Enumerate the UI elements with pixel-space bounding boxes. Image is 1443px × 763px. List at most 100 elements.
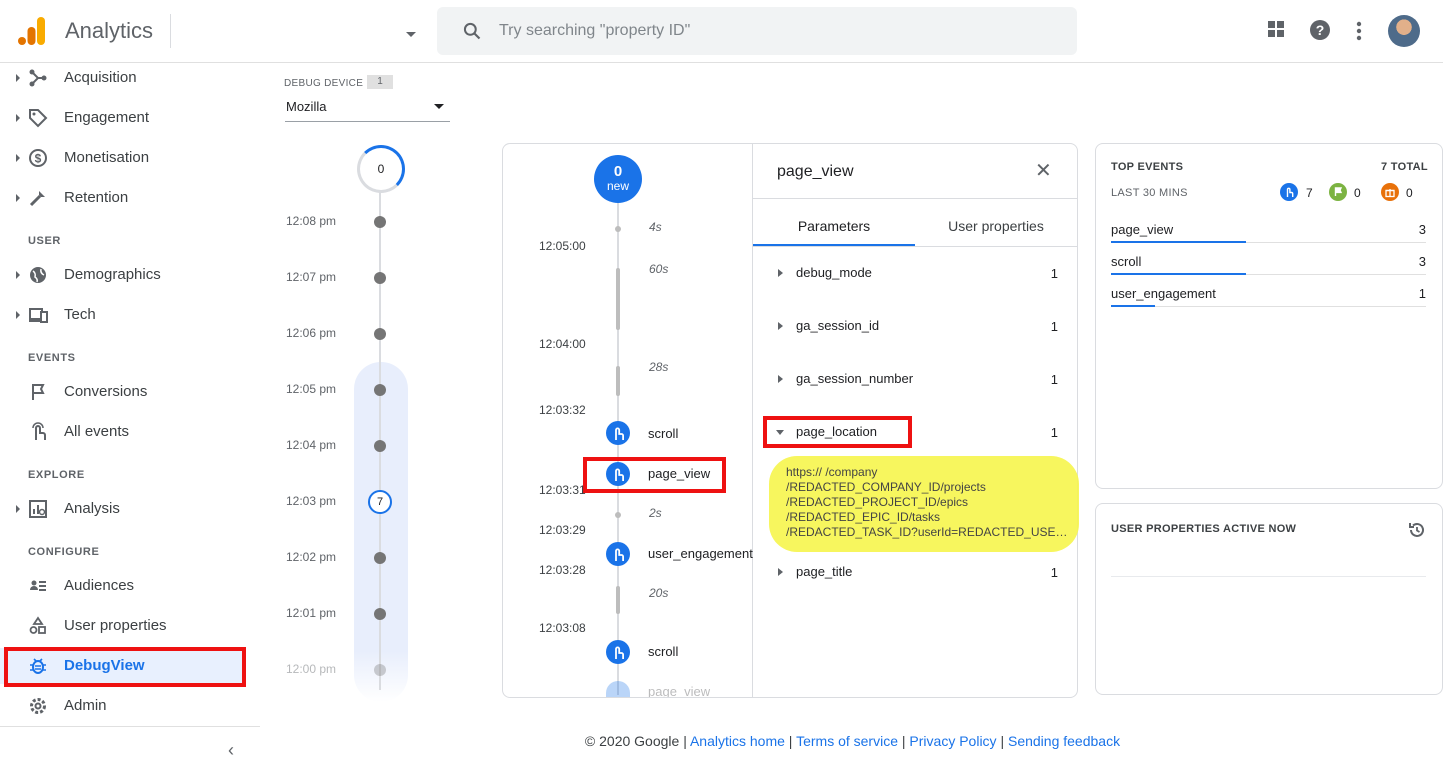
- expand-arrow-icon[interactable]: [778, 269, 783, 277]
- param-value: 1: [1050, 266, 1058, 281]
- history-icon[interactable]: [1407, 520, 1427, 540]
- tab-user-properties[interactable]: User properties: [915, 208, 1077, 246]
- search-input[interactable]: [499, 19, 1039, 43]
- gap-label: 4s: [649, 220, 662, 234]
- expand-arrow-icon[interactable]: [16, 114, 20, 122]
- param-name: debug_mode: [796, 265, 872, 280]
- expand-arrow-icon[interactable]: [16, 311, 20, 319]
- minute-label: 12:04 pm: [286, 438, 337, 452]
- terms-link[interactable]: Terms of service: [796, 733, 898, 749]
- debug-device-select[interactable]: Mozilla: [285, 98, 450, 122]
- event-name[interactable]: scroll: [648, 426, 678, 441]
- event-touch-icon[interactable]: [606, 421, 630, 445]
- search-bar[interactable]: [437, 7, 1077, 55]
- apps-grid-icon[interactable]: [1267, 20, 1285, 38]
- sidebar-item-admin[interactable]: Admin: [0, 688, 245, 724]
- top-event-row[interactable]: page_view 3: [1111, 222, 1426, 242]
- param-row[interactable]: ga_session_number 1: [776, 370, 1066, 390]
- top-event-count: 3: [1418, 222, 1426, 237]
- url-line: /REDACTED_PROJECT_ID/epics: [786, 495, 969, 509]
- event-name[interactable]: scroll: [648, 644, 678, 659]
- param-row[interactable]: ga_session_id 1: [776, 317, 1066, 337]
- event-touch-icon[interactable]: [606, 640, 630, 664]
- url-line: /REDACTED_TASK_ID?userId=REDACTED_USER_.…: [786, 525, 1076, 539]
- minute-dot[interactable]: [374, 216, 386, 228]
- param-row[interactable]: debug_mode 1: [776, 264, 1066, 284]
- top-event-count: 3: [1418, 254, 1426, 269]
- param-value: 1: [1050, 319, 1058, 334]
- sidebar-item-engagement[interactable]: Engagement: [0, 100, 245, 136]
- globe-icon: [30, 267, 46, 283]
- analytics-logo-icon[interactable]: [16, 15, 48, 47]
- top-event-name: user_engagement: [1111, 286, 1216, 301]
- minute-highlight-track: [354, 362, 408, 702]
- privacy-link[interactable]: Privacy Policy: [909, 733, 996, 749]
- expand-arrow-icon[interactable]: [16, 194, 20, 202]
- sidebar-item-conversions[interactable]: Conversions: [0, 374, 245, 410]
- minute-dot[interactable]: [374, 272, 386, 284]
- sidebar-item-analysis[interactable]: Analysis: [0, 491, 245, 527]
- second-time: 12:03:08: [539, 621, 586, 635]
- detail-divider: [753, 198, 1077, 199]
- expand-arrow-icon[interactable]: [778, 322, 783, 330]
- analytics-home-link[interactable]: Analytics home: [690, 733, 785, 749]
- sidebar-item-audiences[interactable]: Audiences: [0, 568, 245, 604]
- minute-dot[interactable]: [374, 664, 386, 676]
- svg-text:$: $: [35, 152, 42, 166]
- url-line: /REDACTED_EPIC_ID/tasks: [786, 510, 941, 524]
- minute-top-counter[interactable]: 0: [357, 145, 405, 193]
- minute-dot[interactable]: [374, 608, 386, 620]
- sidebar-item-all-events[interactable]: All events: [0, 414, 245, 450]
- dollar-icon: $: [29, 149, 47, 167]
- expand-arrow-icon[interactable]: [16, 271, 20, 279]
- second-time: 12:03:28: [539, 563, 586, 577]
- expand-arrow-icon[interactable]: [16, 154, 20, 162]
- expand-arrow-icon[interactable]: [16, 505, 20, 513]
- user-properties-icon: [29, 616, 46, 634]
- minute-label: 12:02 pm: [286, 550, 337, 564]
- minute-dot[interactable]: [374, 552, 386, 564]
- timeline-dot: [615, 226, 621, 232]
- gap-label: 28s: [649, 360, 669, 374]
- account-picker-caret-icon[interactable]: [406, 32, 416, 37]
- sidebar-item-user-properties[interactable]: User properties: [0, 608, 245, 644]
- debug-device-label: DEBUG DEVICE: [284, 78, 364, 89]
- sidebar-item-monetisation[interactable]: $ Monetisation: [0, 140, 245, 176]
- param-name: ga_session_number: [796, 371, 914, 386]
- share-bar: [1111, 273, 1246, 275]
- sidebar-item-tech[interactable]: Tech: [0, 297, 245, 333]
- top-event-row[interactable]: user_engagement 1: [1111, 286, 1426, 306]
- section-heading-configure: CONFIGURE: [28, 546, 100, 558]
- new-events-count: 0: [613, 163, 623, 180]
- top-event-row[interactable]: scroll 3: [1111, 254, 1426, 274]
- minute-dot[interactable]: [374, 440, 386, 452]
- app-title[interactable]: Analytics: [65, 18, 153, 44]
- sidebar-item-label: Retention: [64, 189, 129, 206]
- event-name[interactable]: page_view: [648, 684, 710, 697]
- avatar[interactable]: [1388, 15, 1420, 47]
- minute-label: 12:03 pm: [286, 494, 337, 508]
- expand-arrow-icon[interactable]: [778, 568, 783, 576]
- expand-arrow-icon[interactable]: [16, 74, 20, 82]
- event-touch-icon[interactable]: [606, 542, 630, 566]
- minute-selected-count[interactable]: 7: [368, 490, 392, 514]
- gap-bar: [616, 268, 620, 330]
- minute-label: 12:00 pm: [286, 662, 337, 676]
- sidebar-item-retention[interactable]: Retention: [0, 180, 245, 216]
- help-icon[interactable]: ?: [1309, 19, 1331, 41]
- expand-arrow-icon[interactable]: [778, 375, 783, 383]
- param-row[interactable]: page_title 1: [776, 563, 1066, 583]
- tab-parameters[interactable]: Parameters: [753, 208, 915, 246]
- more-vert-icon[interactable]: [1356, 21, 1362, 41]
- event-name[interactable]: user_engagement: [648, 546, 753, 561]
- page-location-highlight-box: [763, 416, 912, 448]
- close-icon[interactable]: ✕: [1035, 158, 1052, 183]
- sidebar-item-acquisition[interactable]: Acquisition: [0, 60, 245, 96]
- header-divider: [170, 14, 171, 48]
- event-detail-title: page_view: [777, 163, 854, 180]
- feedback-link[interactable]: Sending feedback: [1008, 733, 1120, 749]
- minute-dot[interactable]: [374, 384, 386, 396]
- minute-dot[interactable]: [374, 328, 386, 340]
- new-events-bubble[interactable]: 0 new: [594, 155, 642, 203]
- sidebar-item-demographics[interactable]: Demographics: [0, 257, 245, 293]
